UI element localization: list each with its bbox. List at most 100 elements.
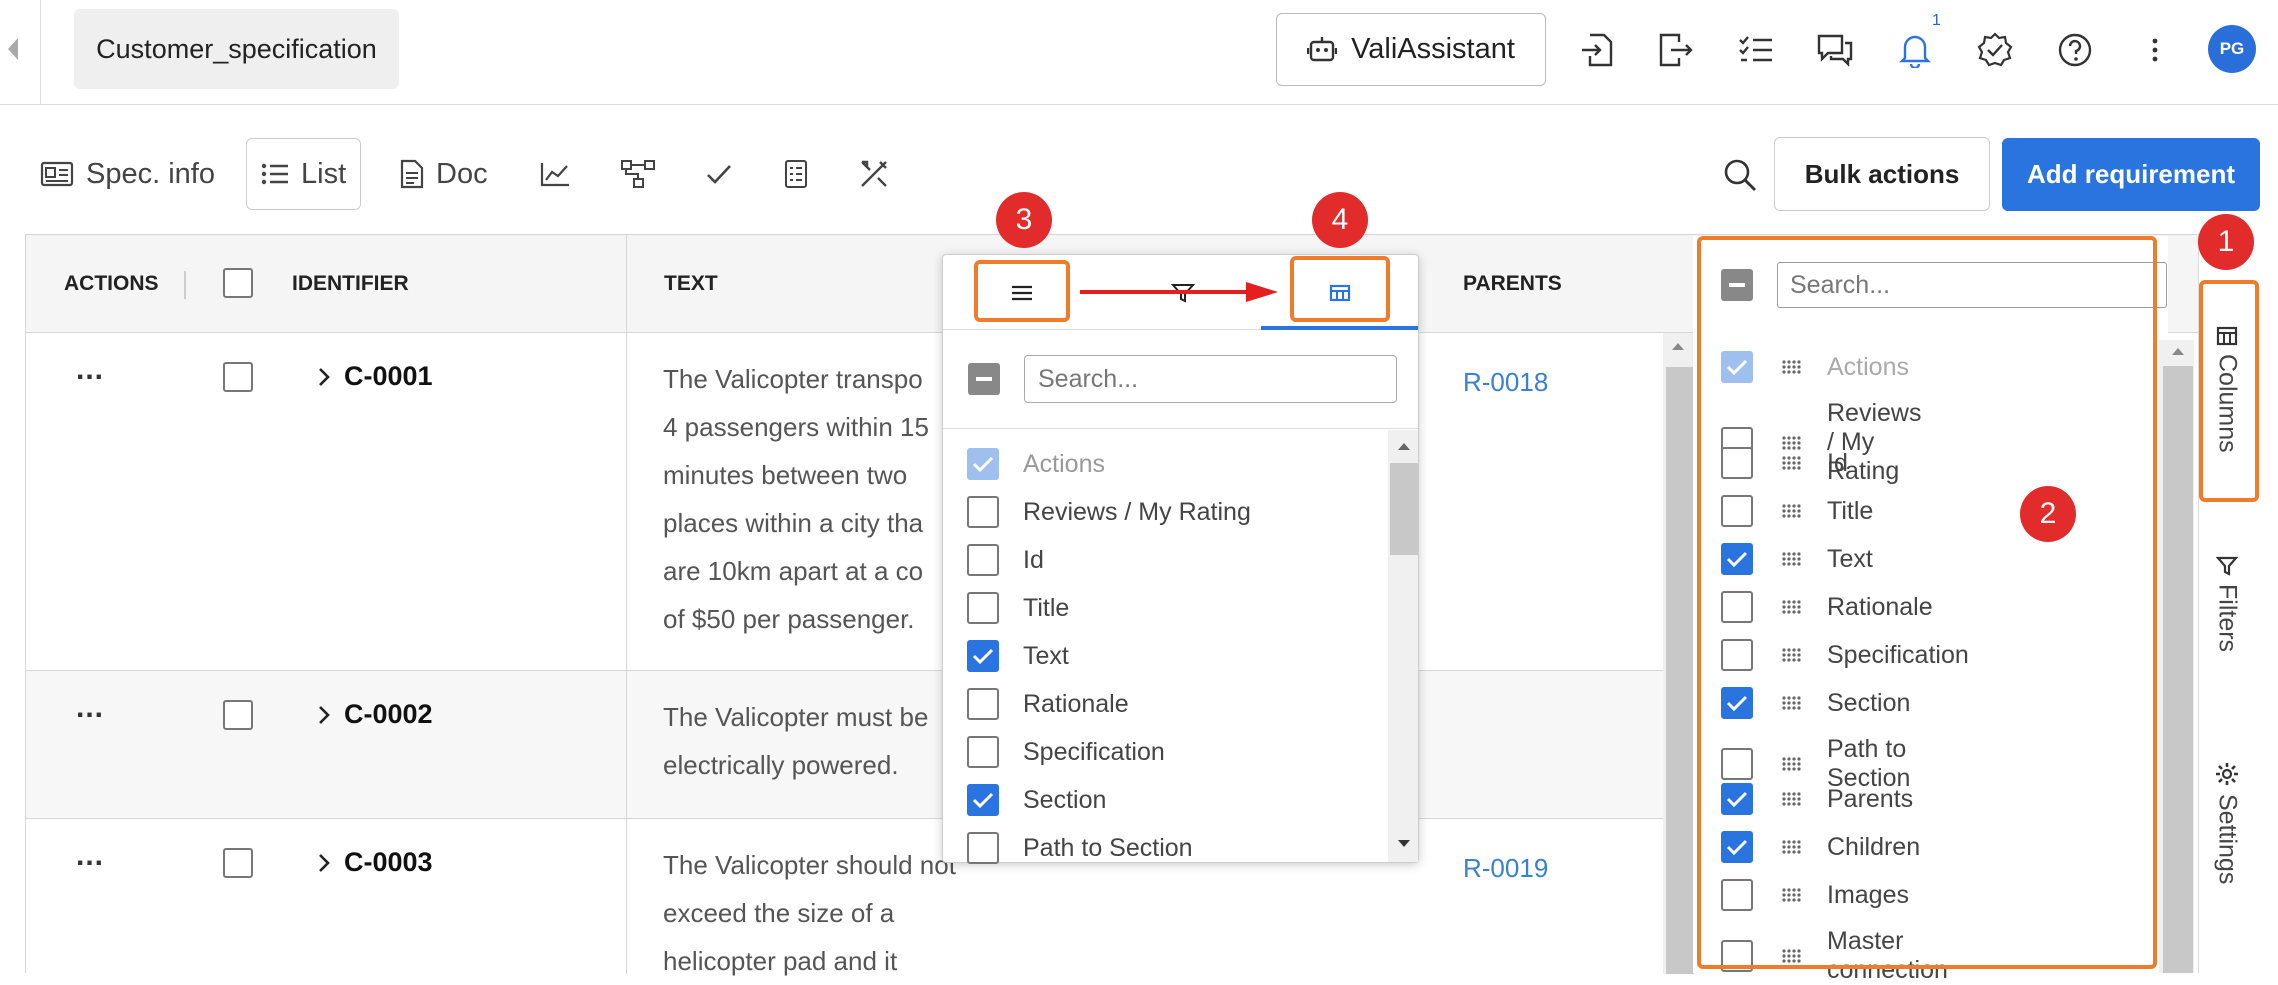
review-view-tab[interactable] — [706, 138, 732, 210]
column-checkbox[interactable] — [967, 448, 999, 480]
chevron-right-icon[interactable] — [318, 367, 330, 387]
column-divider — [626, 235, 627, 974]
column-checkbox[interactable] — [967, 688, 999, 720]
column-option-label: Id — [1023, 545, 1044, 574]
bulk-actions-button[interactable]: Bulk actions — [1774, 137, 1990, 211]
column-option-label: Actions — [1023, 449, 1105, 478]
popup-column-option[interactable]: Actions — [967, 448, 1105, 480]
notification-count-badge: 1 — [1932, 12, 1941, 29]
user-avatar[interactable]: PG — [2208, 25, 2256, 73]
id-card-icon — [40, 161, 74, 187]
scroll-up-icon[interactable] — [1396, 441, 1412, 451]
scroll-up-icon[interactable] — [1670, 341, 1686, 351]
collapse-left-icon[interactable] — [6, 34, 20, 64]
settings-side-tab[interactable]: Settings — [2199, 762, 2255, 884]
row-actions-menu[interactable]: ... — [76, 353, 104, 387]
annotation-badge-3: 3 — [996, 192, 1052, 248]
list-view-tab[interactable]: List — [246, 138, 362, 210]
vali-assistant-label: ValiAssistant — [1351, 33, 1515, 65]
column-checkbox[interactable] — [967, 544, 999, 576]
column-option-label: Reviews / My Rating — [1023, 497, 1251, 526]
import-icon[interactable] — [1577, 30, 1617, 70]
column-option-label: Section — [1023, 785, 1107, 814]
popup-search-input[interactable]: Search... — [1024, 355, 1397, 403]
annotation-badge-1: 1 — [2198, 214, 2254, 270]
filters-side-tab[interactable]: Filters — [2199, 556, 2255, 652]
popup-column-option[interactable]: Section — [967, 784, 1106, 816]
popup-column-option[interactable]: Title — [967, 592, 1069, 624]
identifier-value[interactable]: C-0002 — [344, 699, 433, 730]
select-all-checkbox[interactable] — [223, 268, 253, 298]
doc-view-tab[interactable]: Doc — [400, 138, 488, 210]
parent-link[interactable]: R-0019 — [1463, 853, 1548, 884]
tools-icon — [858, 158, 890, 190]
column-checkbox[interactable] — [967, 736, 999, 768]
list-label: List — [301, 157, 347, 190]
row-checkbox[interactable] — [223, 848, 253, 878]
chevron-right-icon[interactable] — [318, 853, 330, 873]
row-identifier: C-0001 — [318, 361, 433, 392]
popup-column-option[interactable]: Rationale — [967, 688, 1129, 720]
spec-info-label: Spec. info — [86, 157, 215, 190]
export-icon[interactable] — [1656, 30, 1696, 70]
gear-icon — [2215, 762, 2239, 786]
row-identifier: C-0002 — [318, 699, 433, 730]
column-checkbox[interactable] — [967, 640, 999, 672]
specification-tab[interactable]: Customer_specification — [74, 9, 399, 89]
list-icon — [261, 162, 289, 186]
header-text: TEXT — [664, 272, 718, 295]
notifications-bell-icon[interactable] — [1895, 30, 1935, 70]
document-icon — [400, 159, 424, 189]
verified-badge-icon[interactable] — [1975, 30, 2015, 70]
more-vertical-icon[interactable] — [2135, 30, 2175, 70]
annotation-arrow — [1080, 280, 1280, 304]
chevron-right-icon[interactable] — [318, 705, 330, 725]
column-checkbox[interactable] — [967, 496, 999, 528]
column-option-label: Specification — [1023, 737, 1165, 766]
divider — [40, 0, 41, 104]
add-requirement-button[interactable]: Add requirement — [2002, 138, 2260, 211]
row-actions-menu[interactable]: ... — [76, 839, 104, 873]
row-actions-menu[interactable]: ... — [76, 691, 104, 725]
checklist-doc-icon — [784, 159, 808, 189]
grid-scrollbar-thumb[interactable] — [1666, 367, 1694, 974]
popup-column-option[interactable]: Path to Section — [967, 832, 1193, 864]
doc-label: Doc — [436, 157, 488, 190]
identifier-value[interactable]: C-0003 — [344, 847, 433, 878]
comments-icon[interactable] — [1815, 30, 1855, 70]
trace-view-tab[interactable] — [620, 138, 656, 210]
divider — [943, 428, 1418, 429]
vali-assistant-button[interactable]: ValiAssistant — [1276, 13, 1546, 86]
column-option-label: Path to Section — [1023, 833, 1193, 862]
popup-column-option[interactable]: Id — [967, 544, 1044, 576]
scroll-up-icon[interactable] — [2170, 346, 2186, 356]
row-checkbox[interactable] — [223, 362, 253, 392]
scroll-down-icon[interactable] — [1396, 839, 1412, 849]
toggle-all-checkbox[interactable] — [968, 363, 1000, 395]
chart-view-tab[interactable] — [540, 138, 570, 210]
popup-scrollbar-thumb[interactable] — [1390, 463, 1418, 555]
highlight-box-columns-side-tab — [2199, 280, 2259, 502]
test-view-tab[interactable] — [784, 138, 808, 210]
tools-view-tab[interactable] — [858, 138, 890, 210]
column-option-label: Title — [1023, 593, 1070, 622]
column-checkbox[interactable] — [967, 592, 999, 624]
column-checkbox[interactable] — [967, 832, 999, 864]
parent-link[interactable]: R-0018 — [1463, 367, 1548, 398]
spec-info-tab[interactable]: Spec. info — [40, 138, 215, 210]
columns-scrollbar-thumb[interactable] — [2163, 366, 2193, 973]
search-icon[interactable] — [1722, 157, 1758, 193]
popup-column-option[interactable]: Text — [967, 640, 1069, 672]
checklist-icon[interactable] — [1736, 30, 1776, 70]
help-icon[interactable] — [2055, 30, 2095, 70]
popup-column-option[interactable]: Specification — [967, 736, 1165, 768]
row-checkbox[interactable] — [223, 700, 253, 730]
column-resize-handle[interactable] — [184, 271, 186, 299]
annotation-badge-4: 4 — [1312, 192, 1368, 248]
top-bar: Customer_specification ValiAssistant 1 P… — [0, 0, 2278, 105]
column-option-label: Text — [1023, 641, 1069, 670]
column-checkbox[interactable] — [967, 784, 999, 816]
column-option-label: Rationale — [1023, 689, 1129, 718]
identifier-value[interactable]: C-0001 — [344, 361, 433, 392]
popup-column-option[interactable]: Reviews / My Rating — [967, 496, 1251, 528]
